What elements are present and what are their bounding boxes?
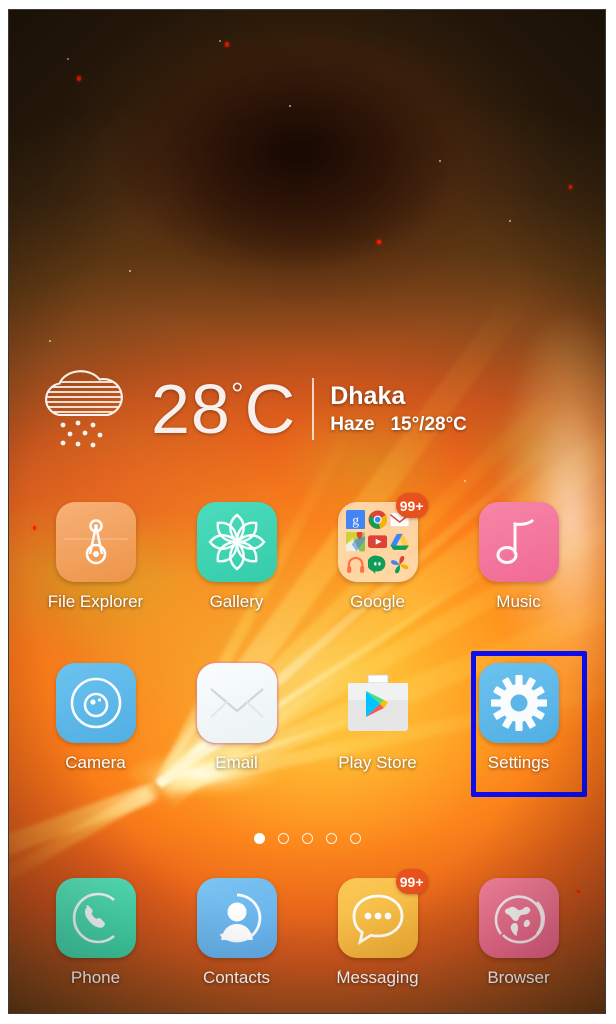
app-browser[interactable]: Browser xyxy=(448,878,589,1008)
browser-globe-icon xyxy=(478,878,559,958)
page-indicator[interactable] xyxy=(9,833,605,844)
page-dot-3[interactable] xyxy=(301,833,313,844)
folder-badge: 99+ xyxy=(395,493,428,518)
weather-temperature: 28 ° C xyxy=(151,374,296,444)
page-dot-1[interactable] xyxy=(253,833,265,844)
drive-icon xyxy=(390,532,410,551)
page-dot-5[interactable] xyxy=(349,833,361,844)
app-settings[interactable]: Settings xyxy=(448,663,589,793)
app-label: Messaging xyxy=(336,968,419,987)
home-screen[interactable]: 28 ° C Dhaka Haze 15°/28°C File Explorer… xyxy=(9,10,605,1013)
app-phone[interactable]: Phone xyxy=(25,878,166,1008)
app-row-2: Camera Email Play Store Settings xyxy=(25,663,589,793)
file-explorer-icon xyxy=(55,502,136,582)
message-bubble-icon: 99+ xyxy=(337,869,428,958)
app-label: File Explorer xyxy=(47,592,144,611)
temperature-range: 15°/28°C xyxy=(390,414,467,436)
phone-handset-icon xyxy=(55,878,136,958)
contacts-person-icon xyxy=(196,878,277,958)
weather-widget[interactable]: 28 ° C Dhaka Haze 15°/28°C xyxy=(37,354,477,464)
app-file-explorer[interactable]: File Explorer xyxy=(25,502,166,632)
gallery-flower-icon xyxy=(196,502,277,582)
youtube-icon xyxy=(367,532,388,551)
app-messaging[interactable]: 99+ Messaging xyxy=(307,869,448,1008)
temperature-value: 28 xyxy=(151,370,231,448)
email-envelope-icon xyxy=(196,663,277,743)
app-label: Contacts xyxy=(202,968,271,987)
messaging-badge: 99+ xyxy=(395,869,428,894)
google-folder-icon: g 99+ xyxy=(337,493,428,582)
app-google-folder[interactable]: g 99+ Google xyxy=(307,493,448,632)
app-label: Email xyxy=(215,753,258,772)
weather-divider xyxy=(312,378,315,440)
app-label: Settings xyxy=(487,753,550,772)
photos-icon xyxy=(390,555,409,574)
play-store-icon xyxy=(338,663,418,743)
app-contacts[interactable]: Contacts xyxy=(166,878,307,1008)
music-note-icon xyxy=(478,502,559,582)
weather-condition: Haze 15°/28°C xyxy=(330,414,467,436)
chrome-icon xyxy=(368,510,387,529)
app-play-store[interactable]: Play Store xyxy=(307,663,448,793)
app-camera[interactable]: Camera xyxy=(25,663,166,793)
weather-city: Dhaka xyxy=(330,381,406,410)
camera-lens-icon xyxy=(55,663,136,743)
hangouts-icon xyxy=(367,555,387,574)
app-label: Music xyxy=(496,592,541,611)
app-gallery[interactable]: Gallery xyxy=(166,502,307,632)
maps-icon xyxy=(345,532,365,552)
screenshot-frame: 28 ° C Dhaka Haze 15°/28°C File Explorer… xyxy=(8,9,606,1014)
page-dot-4[interactable] xyxy=(325,833,337,844)
app-label: Play Store xyxy=(338,753,417,772)
snow-cloud-icon xyxy=(37,361,129,457)
app-label: Gallery xyxy=(209,592,264,611)
app-label: Browser xyxy=(487,968,550,987)
app-row-1: File Explorer Gallery g 99+ Google Music xyxy=(25,493,589,632)
page-dot-2[interactable] xyxy=(277,833,289,844)
google-search-icon: g xyxy=(345,510,365,530)
svg-text:g: g xyxy=(352,513,359,528)
app-email[interactable]: Email xyxy=(166,663,307,793)
condition-text: Haze xyxy=(330,414,375,436)
temperature-unit: C xyxy=(244,370,297,448)
degree-symbol: ° xyxy=(230,376,245,412)
play-music-icon xyxy=(346,555,365,574)
app-label: Camera xyxy=(65,753,126,772)
settings-gear-icon xyxy=(478,663,559,743)
app-label: Phone xyxy=(70,968,121,987)
app-music[interactable]: Music xyxy=(448,502,589,632)
dock: Phone Contacts 99+ Messaging Browser xyxy=(25,869,589,1008)
app-label: Google xyxy=(350,592,405,611)
